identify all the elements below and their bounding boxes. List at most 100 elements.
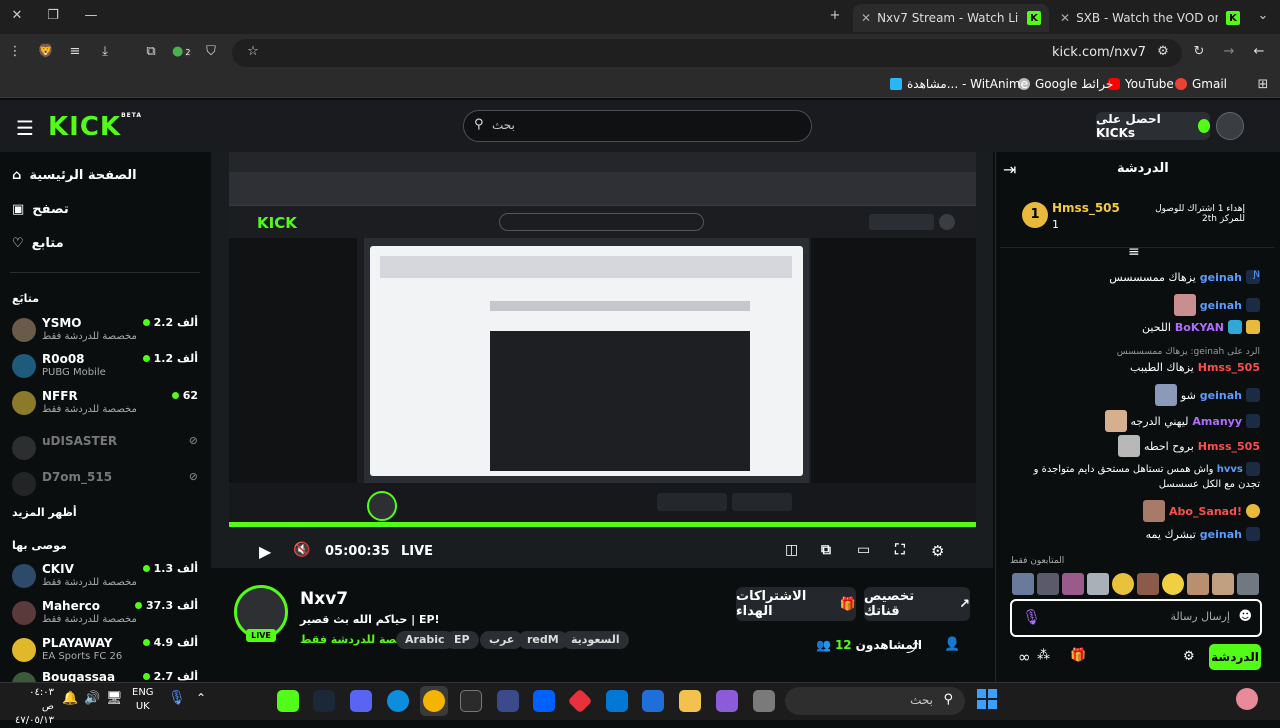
following-channel-ysmo[interactable]: YSMO مخصصة للدردشة فقط 2.2 ألف	[12, 316, 198, 352]
tag-arab[interactable]: عرب	[480, 631, 524, 649]
edge-icon[interactable]	[387, 690, 409, 712]
chat-username[interactable]: geinah	[1200, 299, 1242, 312]
get-kicks-button[interactable]: احصل على KICKs	[1096, 112, 1210, 140]
chat-users-icon[interactable]: ⁂	[1037, 648, 1050, 663]
recommended-channel-bougassaa[interactable]: Bougassaa 2.7 ألف	[12, 670, 198, 682]
tag-arabic[interactable]: Arabic	[396, 631, 454, 649]
emoji-icon[interactable]: ☻	[1238, 609, 1252, 624]
customize-channel-button[interactable]: تخصيص قناتك ↗	[864, 587, 970, 621]
search-bar[interactable]: ⚲ بحث	[463, 110, 812, 142]
mute-icon[interactable]: 🔇	[293, 542, 310, 558]
restore-window-icon[interactable]: ❐	[44, 8, 62, 26]
hamburger-menu-icon[interactable]: ☰	[16, 116, 34, 140]
language-indicator[interactable]: ENG UK	[132, 686, 154, 714]
chat-username[interactable]: geinah	[1200, 528, 1242, 541]
close-window-icon[interactable]: ✕	[8, 8, 26, 26]
bookmark-star-icon[interactable]: ☆	[244, 44, 262, 62]
system-clock[interactable]: ٠٤:٠٣ ص ٤٧/٠٥/١٣	[14, 686, 54, 728]
task-view-icon[interactable]	[753, 690, 775, 712]
emote-option[interactable]	[1237, 573, 1259, 595]
emote-option[interactable]	[1012, 573, 1034, 595]
chat-username[interactable]: geinah	[1200, 271, 1242, 284]
tab-sxb[interactable]: ✕ SXB - Watch the VOD on Kick K	[1052, 4, 1248, 32]
windows-start-icon[interactable]	[977, 689, 997, 709]
close-tab-icon[interactable]: ✕	[1060, 11, 1070, 25]
chat-input[interactable]: 🎙 إرسال رسالة ☻	[1010, 599, 1262, 637]
discord-icon[interactable]	[350, 690, 372, 712]
follow-user-icon[interactable]: 👤	[944, 637, 960, 652]
bookmark-gmail[interactable]: Gmail	[1175, 77, 1227, 91]
download-icon[interactable]: ⤓	[96, 44, 114, 62]
chat-username[interactable]: Hmss_505	[1198, 440, 1260, 453]
minimize-window-icon[interactable]: —	[82, 8, 100, 26]
bookmark-google-maps[interactable]: Google خرائط	[1018, 77, 1113, 91]
picture-in-picture-icon[interactable]: ◫	[785, 542, 798, 558]
pinned-sub-goal[interactable]: 1 Hmss_505 1 إهداء 1 اشتراك للوصول للمرك…	[1000, 190, 1275, 248]
menu-dots-icon[interactable]: ⋮	[6, 44, 24, 62]
emote-option[interactable]	[1112, 573, 1134, 595]
shield-icon[interactable]: ⛉	[202, 44, 220, 62]
collapse-chat-icon[interactable]: ⇥	[1003, 160, 1016, 179]
gift-subs-button[interactable]: الاشتراكات الهداء 🎁	[736, 587, 856, 621]
address-bar[interactable]	[232, 39, 1182, 67]
file-explorer-icon[interactable]	[679, 690, 701, 712]
live-progress-bar[interactable]	[229, 522, 976, 527]
dropbox-icon[interactable]	[533, 690, 555, 712]
following-channel-r0o08[interactable]: R0o08 PUBG Mobile 1.2 ألف	[12, 352, 198, 388]
chat-username[interactable]: Hmss_505	[1198, 361, 1260, 374]
playlist-icon[interactable]: ≡	[66, 44, 84, 62]
tab-search-icon[interactable]: ⌄	[1254, 8, 1272, 26]
epic-games-icon[interactable]	[460, 690, 482, 712]
kick-app-icon[interactable]	[277, 690, 299, 712]
close-tab-icon[interactable]: ✕	[861, 11, 871, 25]
chat-send-button[interactable]: الدردشة	[1209, 644, 1261, 670]
chat-username[interactable]: !Abo_Sanad	[1169, 505, 1242, 518]
kick-logo[interactable]: KICKBETA	[48, 112, 142, 142]
recommended-channel-playaway[interactable]: PLAYAWAY EA Sports FC 26 4.9 ألف	[12, 636, 198, 672]
microphone-tray-icon[interactable]: 🎙	[168, 690, 186, 706]
network-icon[interactable]: 🖥	[106, 691, 123, 706]
chat-username[interactable]: hvvs	[1217, 464, 1243, 475]
tag-saudi[interactable]: السعودية	[562, 631, 629, 649]
emote-option[interactable]	[1187, 573, 1209, 595]
notification-icon[interactable]: 🔔	[62, 691, 78, 706]
recommended-channel-ckiv[interactable]: CKIV مخصصة للدردشة فقط 1.3 ألف	[12, 562, 198, 598]
reload-icon[interactable]: ↻	[1190, 44, 1208, 62]
gift-icon[interactable]: 🎁	[1070, 648, 1086, 663]
extension-icon[interactable]: 🦁	[37, 44, 55, 62]
app-icon[interactable]	[497, 690, 519, 712]
kick-points-icon[interactable]: ∞	[1018, 648, 1031, 666]
chrome-icon[interactable]	[423, 690, 445, 712]
outlook-icon[interactable]	[606, 690, 628, 712]
taskbar-search[interactable]: ⚲ بحث	[785, 687, 965, 715]
copilot-icon[interactable]	[716, 690, 738, 712]
following-channel-udisaster[interactable]: uDISASTER ⊘	[12, 434, 198, 470]
emote-option[interactable]	[1062, 573, 1084, 595]
widgets-icon[interactable]	[1236, 688, 1258, 710]
apps-grid-icon[interactable]: ⊞	[1254, 77, 1272, 95]
emote-option[interactable]	[1212, 573, 1234, 595]
user-avatar[interactable]	[1216, 112, 1244, 140]
recommended-channel-maherco[interactable]: Maherco مخصصة للدردشة فقط 37.3 ألف	[12, 599, 198, 635]
chat-username[interactable]: geinah	[1200, 389, 1242, 402]
steam-icon[interactable]	[313, 690, 335, 712]
live-indicator[interactable]: LIVE	[401, 544, 433, 559]
store-icon[interactable]	[642, 690, 664, 712]
extensions-icon[interactable]: ⧉	[142, 44, 160, 62]
emote-option[interactable]	[1037, 573, 1059, 595]
settings-gear-icon[interactable]: ⚙	[931, 542, 944, 560]
show-more-link[interactable]: أظهر المزيد	[12, 506, 77, 519]
reply-context[interactable]: الرد على geinah: يزهاك ممسسسس	[1117, 347, 1260, 357]
channel-name[interactable]: Nxv7	[300, 589, 348, 609]
clip-icon[interactable]: ⧉	[821, 542, 831, 558]
following-channel-d7om[interactable]: D7om_515 ⊘	[12, 470, 198, 506]
pin-icon[interactable]: ≡	[1128, 244, 1140, 260]
microphone-icon[interactable]: 🎙	[1022, 608, 1041, 626]
bookmark-witanime[interactable]: مشاهدة... - WitAnime	[890, 77, 1028, 91]
extension-badge-icon[interactable]: ● 2	[172, 44, 193, 62]
play-icon[interactable]: ▶	[259, 542, 271, 561]
emote-option[interactable]	[1162, 573, 1184, 595]
tab-nxv7[interactable]: ✕ Nxv7 Stream - Watch Live on Ki K	[853, 4, 1049, 32]
chat-settings-icon[interactable]: ⚙	[1183, 649, 1195, 664]
emote-option[interactable]	[1137, 573, 1159, 595]
